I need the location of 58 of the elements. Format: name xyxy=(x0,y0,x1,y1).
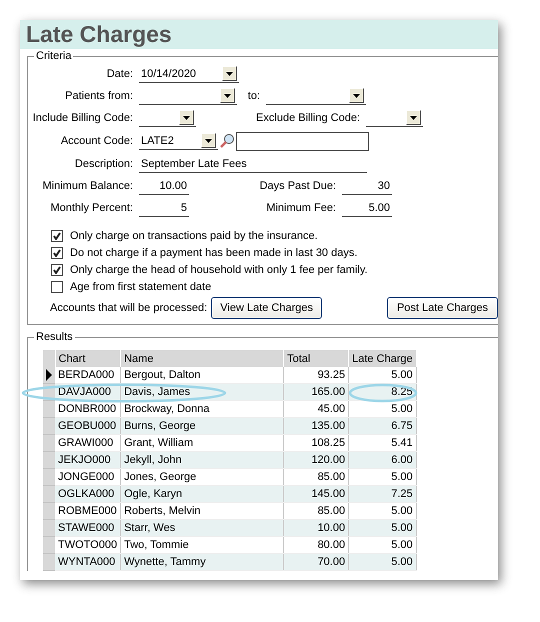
input-field[interactable]: 10/14/2020 xyxy=(139,66,239,82)
field-label: Patients from: xyxy=(64,90,134,102)
input-field[interactable] xyxy=(236,132,369,150)
table-cell: WYNTA000 xyxy=(55,554,121,570)
field-label: Description: xyxy=(74,158,134,170)
caret-icon xyxy=(205,138,212,142)
field-label: Minimum Fee: xyxy=(265,202,337,214)
input-field[interactable]: 30 xyxy=(342,178,392,194)
input-field[interactable] xyxy=(139,110,196,126)
checkbox-label: Age from first statement date xyxy=(70,280,212,292)
column-header[interactable]: Chart xyxy=(55,350,121,367)
dropdown-button[interactable] xyxy=(349,88,364,103)
column-header[interactable]: Total xyxy=(284,350,349,367)
checkbox-label: Only charge on transactions paid by the insurance. xyxy=(70,230,318,242)
column-header[interactable]: Late Charge xyxy=(348,350,416,367)
view-button[interactable]: View Late Charges xyxy=(211,297,322,319)
input-field[interactable]: LATE2 xyxy=(139,132,218,150)
field-label: Monthly Percent: xyxy=(49,202,134,214)
search-icon[interactable] xyxy=(219,133,235,149)
checkbox-label: Only charge the head of household with only 1 fee per family. xyxy=(70,264,368,276)
input-field[interactable] xyxy=(139,88,237,104)
field-label: Include Billing Code: xyxy=(32,112,134,124)
window-title: Late Charges xyxy=(26,21,172,48)
checkbox[interactable] xyxy=(51,280,63,292)
dropdown-button[interactable] xyxy=(222,66,237,81)
field-label: Minimum Balance: xyxy=(42,180,134,192)
field-label: Days Past Due: xyxy=(258,180,337,192)
checkbox[interactable] xyxy=(51,230,63,242)
input-field[interactable] xyxy=(266,88,366,104)
input-field[interactable] xyxy=(366,110,423,126)
post-button[interactable]: Post Late Charges xyxy=(387,297,498,319)
row-pointer-icon xyxy=(45,369,53,381)
input-field[interactable]: 10.00 xyxy=(139,178,189,194)
caret-icon xyxy=(183,116,190,120)
input-field[interactable]: September Late Fees xyxy=(139,156,367,172)
dropdown-button[interactable] xyxy=(220,88,235,103)
table-cell: 5.00 xyxy=(348,554,416,570)
accounts-label: Accounts that will be processed: xyxy=(50,302,208,314)
caret-icon xyxy=(226,72,233,76)
field-label: Exclude Billing Code: xyxy=(255,112,361,124)
column-header[interactable]: Name xyxy=(120,350,284,367)
checkbox[interactable] xyxy=(51,264,63,276)
input-field[interactable]: 5.00 xyxy=(342,200,392,216)
table-cell: 70.00 xyxy=(284,554,349,570)
caret-icon xyxy=(410,116,417,120)
row-selector[interactable] xyxy=(43,367,55,384)
dropdown-button[interactable] xyxy=(406,110,421,125)
checkbox[interactable] xyxy=(51,246,63,258)
field-label: Date: xyxy=(106,68,134,80)
caret-icon xyxy=(353,94,360,98)
dropdown-button[interactable] xyxy=(179,110,194,125)
field-label: to: xyxy=(246,90,261,102)
field-label: Account Code: xyxy=(60,135,134,147)
dropdown-button[interactable] xyxy=(201,133,216,148)
input-field[interactable]: 5 xyxy=(139,200,189,216)
checkbox-label: Do not charge if a payment has been made in last 30 days. xyxy=(70,246,358,258)
table-cell: Wynette, Tammy xyxy=(120,554,284,570)
caret-icon xyxy=(224,94,231,98)
